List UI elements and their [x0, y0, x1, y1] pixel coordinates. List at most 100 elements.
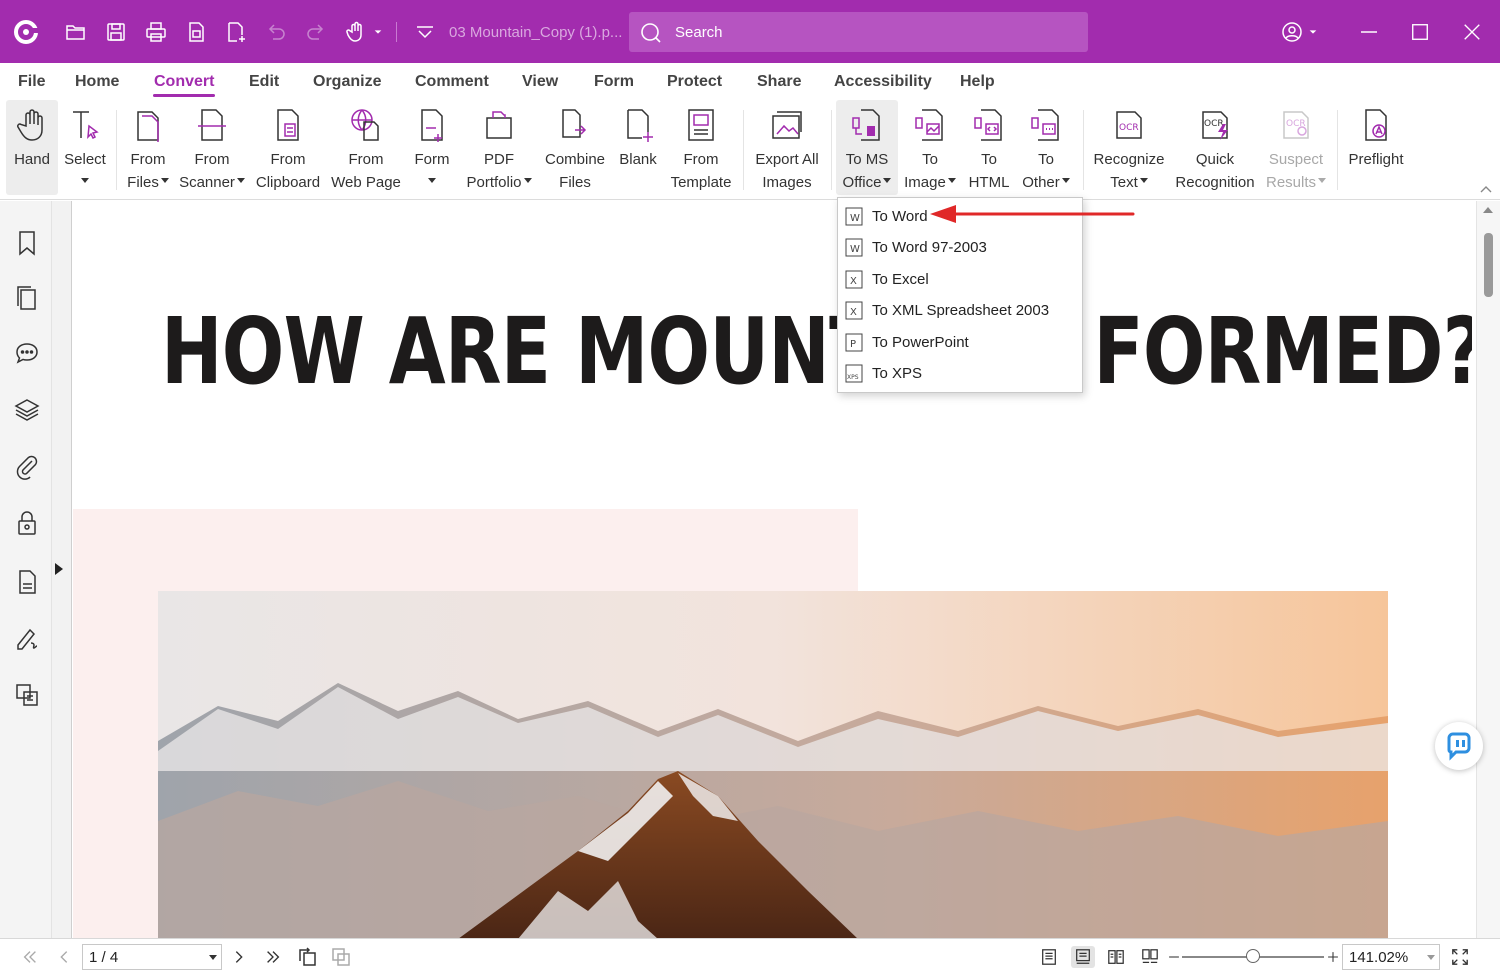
split-view-icon[interactable] [329, 946, 353, 968]
hand-tool-icon[interactable] [343, 19, 369, 45]
combine-files-button[interactable]: Combine Files [542, 100, 608, 195]
menu-item-label: To PowerPoint [872, 334, 969, 351]
export-all-images-button[interactable]: Export All Images [751, 100, 823, 195]
clipboard-icon [277, 109, 299, 141]
open-folder-icon[interactable] [63, 19, 89, 45]
vertical-scrollbar[interactable] [1476, 201, 1500, 938]
customize-toolbar-icon[interactable] [412, 19, 438, 45]
from-template-button[interactable]: From Template [668, 100, 734, 195]
tab-share[interactable]: Share [757, 73, 801, 91]
tab-help[interactable]: Help [960, 73, 995, 91]
tab-view[interactable]: View [522, 73, 558, 91]
comments-icon[interactable] [13, 339, 41, 367]
red-arrow-annotation [930, 205, 1135, 223]
ocr-icon-text: OCR [1119, 123, 1139, 133]
combine-files-label-2: Files [559, 174, 591, 191]
redo-icon[interactable] [303, 19, 329, 45]
document-canvas[interactable]: HOW ARE MOUNTAINS FORMED? [73, 201, 1472, 938]
from-clipboard-button[interactable]: From Clipboard [253, 100, 323, 195]
menu-item-to-excel[interactable]: X To Excel [838, 264, 1082, 295]
collapse-ribbon-icon[interactable] [1480, 184, 1492, 194]
caret-icon [1061, 178, 1070, 183]
tab-comment[interactable]: Comment [415, 73, 489, 91]
single-page-view-icon[interactable] [1037, 946, 1061, 968]
to-html-icon [974, 109, 1002, 141]
minimize-icon[interactable] [1353, 16, 1385, 48]
scrollbar-thumb[interactable] [1484, 233, 1493, 297]
select-button[interactable]: Select [62, 100, 108, 195]
bookmark-icon[interactable] [13, 229, 41, 257]
tab-edit[interactable]: Edit [249, 73, 279, 91]
mountain-photo [158, 591, 1388, 938]
last-page-icon[interactable] [261, 946, 285, 968]
tab-home[interactable]: Home [75, 73, 119, 91]
from-web-page-button[interactable]: From Web Page [330, 100, 402, 195]
pages-icon[interactable] [13, 284, 41, 312]
menu-item-to-xml-spreadsheet[interactable]: X To XML Spreadsheet 2003 [838, 295, 1082, 326]
first-page-icon[interactable] [18, 946, 42, 968]
quick-recognition-button[interactable]: OCR Quick Recognition [1173, 100, 1257, 195]
undo-icon[interactable] [263, 19, 289, 45]
to-other-button[interactable]: To Other [1018, 100, 1074, 195]
zoom-slider-thumb[interactable] [1246, 949, 1260, 963]
new-file-icon[interactable] [223, 19, 249, 45]
expand-panel-icon[interactable] [55, 563, 63, 575]
from-clipboard-label-1: From [270, 151, 306, 168]
zoom-level-input[interactable]: 141.02% [1342, 944, 1440, 970]
menu-item-to-xps[interactable]: XPS To XPS [838, 358, 1082, 389]
ribbon-toolbar: Hand Select From Files From Scanner From… [0, 100, 1500, 200]
save-icon[interactable] [103, 19, 129, 45]
form-fields-icon[interactable] [13, 568, 41, 596]
signature-icon[interactable] [13, 625, 41, 653]
close-icon[interactable] [1456, 16, 1488, 48]
file-copy-icon[interactable] [183, 19, 209, 45]
excel-file-icon: X [845, 270, 863, 289]
recognize-text-button[interactable]: OCR Recognize Text [1091, 100, 1167, 195]
ocr-icon-text: OCR [1204, 119, 1224, 129]
two-page-continuous-icon[interactable] [1138, 946, 1162, 968]
from-scanner-label-1: From [194, 151, 230, 168]
menu-item-to-powerpoint[interactable]: P To PowerPoint [838, 327, 1082, 358]
form-button[interactable]: Form [410, 100, 454, 195]
suspect-results-button[interactable]: OCR Suspect Results [1263, 100, 1329, 195]
attachment-icon[interactable] [13, 453, 41, 481]
search-input[interactable]: Search [629, 12, 1088, 52]
fullscreen-icon[interactable] [1448, 946, 1472, 968]
tab-convert[interactable]: Convert [152, 73, 216, 97]
to-html-label-2: HTML [968, 174, 1010, 191]
continuous-view-icon[interactable] [1071, 946, 1095, 968]
lock-icon[interactable] [13, 509, 41, 537]
compare-icon[interactable] [13, 681, 41, 709]
preflight-button[interactable]: Preflight [1344, 100, 1408, 195]
maximize-icon[interactable] [1404, 16, 1436, 48]
pdf-portfolio-button[interactable]: PDF Portfolio [462, 100, 536, 195]
print-icon[interactable] [143, 19, 169, 45]
scroll-up-icon[interactable] [1483, 207, 1493, 213]
page-number-input[interactable]: 1 / 4 [82, 944, 222, 970]
chevron-down-icon[interactable] [368, 19, 388, 45]
tab-file[interactable]: File [18, 73, 46, 91]
blank-button[interactable]: Blank [614, 100, 662, 195]
layers-icon[interactable] [13, 396, 41, 424]
hand-button[interactable]: Hand [6, 100, 58, 195]
rotate-view-icon[interactable] [295, 946, 319, 968]
tab-organize[interactable]: Organize [313, 73, 381, 91]
search-placeholder: Search [675, 24, 723, 41]
to-html-button[interactable]: To HTML [964, 100, 1014, 195]
to-ms-office-button[interactable]: To MS Office [836, 100, 898, 195]
next-page-icon[interactable] [227, 946, 251, 968]
from-files-button[interactable]: From Files [124, 100, 172, 195]
previous-page-icon[interactable] [52, 946, 76, 968]
from-scanner-button[interactable]: From Scanner [178, 100, 246, 195]
two-page-view-icon[interactable] [1104, 946, 1128, 968]
chevron-down-icon[interactable] [1427, 955, 1435, 960]
tab-protect[interactable]: Protect [667, 73, 722, 91]
ai-assistant-button[interactable] [1435, 722, 1483, 770]
tab-form[interactable]: Form [594, 73, 634, 91]
tab-accessibility[interactable]: Accessibility [834, 73, 932, 91]
to-image-button[interactable]: To Image [902, 100, 958, 195]
chevron-down-icon[interactable] [209, 955, 217, 960]
menu-item-to-word-97-2003[interactable]: W To Word 97-2003 [838, 232, 1082, 263]
account-chevron-down-icon[interactable] [1303, 16, 1323, 48]
to-ms-office-label-1: To MS [845, 151, 889, 168]
